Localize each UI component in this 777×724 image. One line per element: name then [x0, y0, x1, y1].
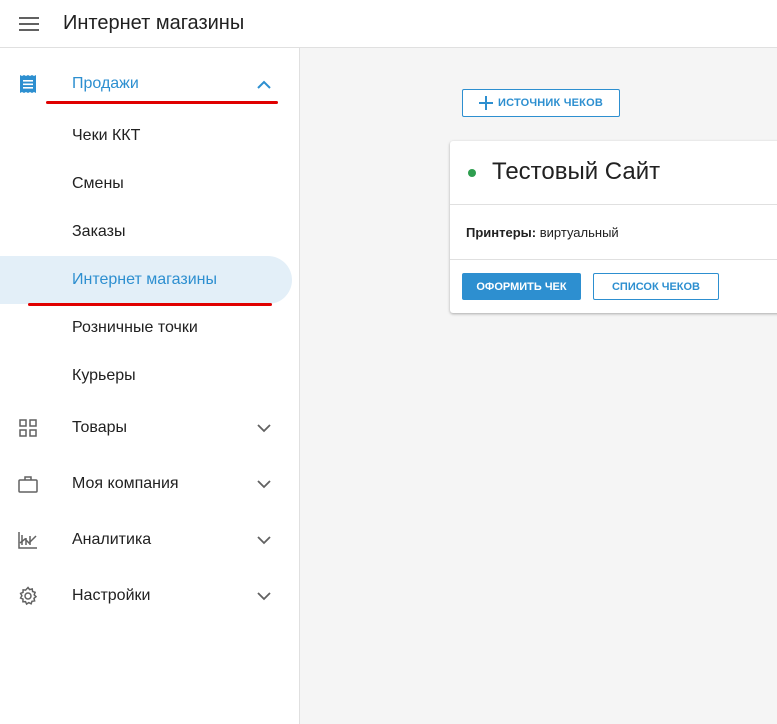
add-receipt-source-button[interactable]: ИСТОЧНИК ЧЕКОВ: [462, 89, 620, 117]
sidebar-subitem-label: Чеки ККТ: [72, 127, 141, 144]
chevron-down-icon[interactable]: [255, 531, 273, 549]
receipts-list-button[interactable]: СПИСОК ЧЕКОВ: [593, 273, 719, 300]
create-receipt-button[interactable]: ОФОРМИТЬ ЧЕК: [462, 273, 581, 300]
store-name: Тестовый Сайт: [492, 158, 661, 185]
sidebar-subitem-orders[interactable]: Заказы: [0, 208, 292, 256]
add-receipt-source-label: ИСТОЧНИК ЧЕКОВ: [497, 97, 603, 109]
sidebar-item-label: Аналитика: [72, 531, 152, 548]
printers-label: Принтеры:: [466, 225, 537, 240]
sidebar-item-products[interactable]: Товары: [0, 400, 292, 456]
sidebar: Продажи Чеки ККТ Смены Заказы Интернет м…: [0, 48, 300, 724]
sidebar-item-label: Моя компания: [72, 475, 179, 492]
page-title: Интернет магазины: [63, 12, 245, 34]
sidebar-subitem-shifts[interactable]: Смены: [0, 160, 292, 208]
plus-icon: [478, 96, 493, 110]
sidebar-item-label: Товары: [72, 419, 128, 436]
hamburger-menu-icon: [19, 16, 39, 31]
store-card: Тестовый Сайт Принтеры: виртуальный ОФОР…: [450, 141, 777, 313]
analytics-icon: [17, 529, 39, 551]
main-content: ИСТОЧНИК ЧЕКОВ Тестовый Сайт Принтеры: в…: [300, 48, 777, 724]
sidebar-item-label: Настройки: [72, 587, 151, 604]
printers-value: виртуальный: [539, 225, 619, 240]
sidebar-subitem-label: Интернет магазины: [72, 271, 217, 288]
sidebar-item-settings[interactable]: Настройки: [0, 568, 292, 624]
sidebar-subitem-kkt-receipts[interactable]: Чеки ККТ: [0, 112, 292, 160]
printers-info: Принтеры: виртуальный: [466, 225, 619, 240]
menu-button[interactable]: [0, 0, 58, 48]
grid-icon: [17, 417, 39, 439]
sidebar-subitem-retail-points[interactable]: Розничные точки: [0, 304, 292, 352]
sidebar-subitem-label: Заказы: [72, 223, 126, 240]
sidebar-item-my-company[interactable]: Моя компания: [0, 456, 292, 512]
sidebar-subitem-label: Розничные точки: [72, 319, 198, 336]
chevron-down-icon[interactable]: [255, 587, 273, 605]
app: Интернет магазины Продажи Чеки ККТ Смены…: [0, 0, 777, 724]
sidebar-subitem-online-stores[interactable]: Интернет магазины: [0, 256, 292, 304]
receipt-icon: [17, 73, 39, 95]
chevron-down-icon[interactable]: [255, 475, 273, 493]
store-card-actions: ОФОРМИТЬ ЧЕК СПИСОК ЧЕКОВ: [450, 260, 777, 313]
briefcase-icon: [17, 473, 39, 495]
sidebar-item-label: Продажи: [72, 75, 139, 92]
chevron-down-icon[interactable]: [255, 419, 273, 437]
chevron-up-icon[interactable]: [255, 75, 273, 93]
app-header: Интернет магазины: [0, 0, 777, 48]
store-card-header: Тестовый Сайт: [450, 141, 777, 205]
gear-icon: [17, 585, 39, 607]
sidebar-subitem-label: Курьеры: [72, 367, 136, 384]
annotation-underline: [46, 101, 278, 104]
status-dot-icon: [468, 169, 476, 177]
sidebar-subitem-label: Смены: [72, 175, 124, 192]
sidebar-subitem-couriers[interactable]: Курьеры: [0, 352, 292, 400]
store-card-body: Принтеры: виртуальный: [450, 205, 777, 260]
sidebar-item-analytics[interactable]: Аналитика: [0, 512, 292, 568]
